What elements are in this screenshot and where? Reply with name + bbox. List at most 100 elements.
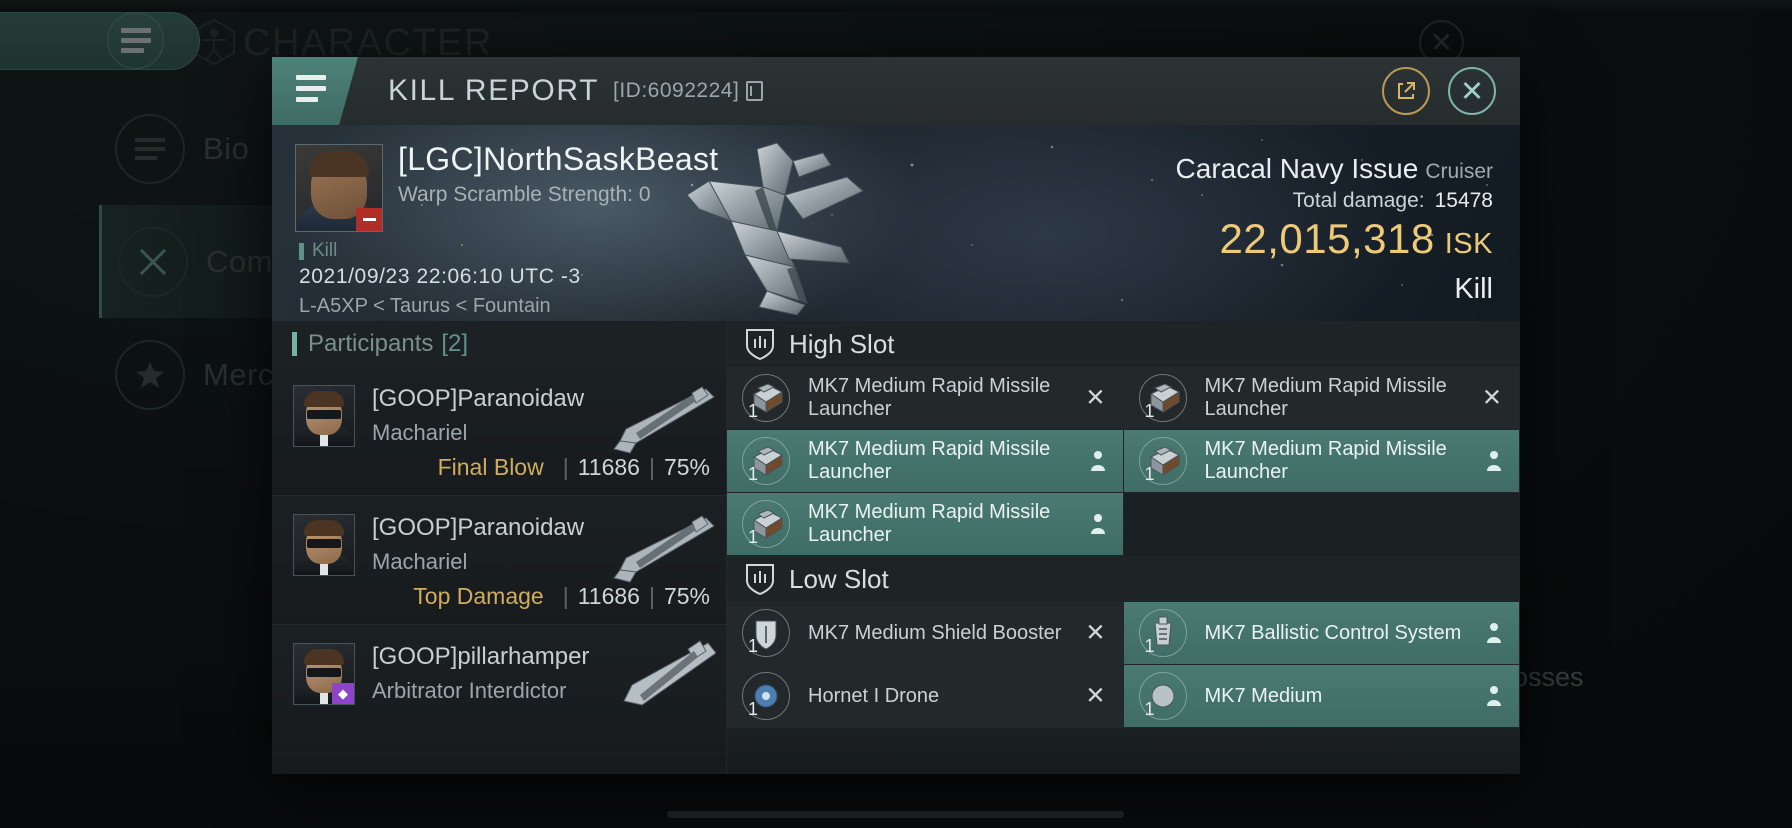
module-slot[interactable]: 1 MK7 Medium Rapid Missile Launcher xyxy=(1123,430,1520,493)
list-fade xyxy=(727,734,1520,774)
module-name: MK7 Medium Shield Booster xyxy=(808,621,1062,644)
module-quantity: 1 xyxy=(1144,464,1155,484)
slot-title: High Slot xyxy=(789,328,895,359)
module-icon: 1 xyxy=(1137,607,1189,659)
module-name: MK7 Medium xyxy=(1204,684,1323,707)
total-damage-value: 15478 xyxy=(1434,189,1493,212)
module-slot[interactable]: 1 MK7 Medium xyxy=(1123,665,1520,728)
isk-amount: 22,015,318 xyxy=(1219,215,1435,262)
close-button[interactable]: ✕ xyxy=(1448,67,1496,115)
participants-label: Participants xyxy=(308,330,434,357)
victim-avatar[interactable] xyxy=(295,144,383,232)
participant-row[interactable]: [GOOP]Paranoidaw Machariel Final Blow | 11… xyxy=(272,367,726,496)
module-slot[interactable]: 1 MK7 Medium Rapid Missile Launcher xyxy=(727,430,1124,493)
module-slot[interactable]: 1 MK7 Medium Shield Booster ✕ xyxy=(727,602,1124,665)
module-quantity: 1 xyxy=(748,699,759,719)
module-slot[interactable]: 1 MK7 Medium Rapid Missile Launcher ✕ xyxy=(1123,367,1520,430)
victim-ship-class: Cruiser xyxy=(1425,160,1493,183)
participant-ship-render xyxy=(613,515,715,583)
module-icon: 1 xyxy=(1137,372,1189,424)
module-icon: 1 xyxy=(740,372,792,424)
participant-tag: Top Damage xyxy=(413,583,544,609)
participant-row[interactable]: [GOOP]Paranoidaw Machariel Top Damage | 11… xyxy=(272,496,726,625)
module-action xyxy=(1486,685,1502,707)
participant-ship-render xyxy=(613,386,715,454)
participant-damage: 11686 xyxy=(577,454,640,480)
close-icon: ✕ xyxy=(1085,619,1106,647)
low-slot-modules: 1 MK7 Medium Shield Booster ✕ 1 MK7 Ball… xyxy=(727,602,1520,728)
slot-shield-icon xyxy=(746,329,774,361)
module-name: MK7 Medium Rapid Missile Launcher xyxy=(808,438,1051,483)
module-icon: 1 xyxy=(1137,670,1189,722)
module-name: MK7 Medium Rapid Missile Launcher xyxy=(1204,438,1447,483)
participant-damage: 11686 xyxy=(577,583,640,609)
module-name: MK7 Medium Rapid Missile Launcher xyxy=(1204,375,1447,420)
module-name: Hornet I Drone xyxy=(808,684,940,707)
participants-pane: Participants [2] [GOOP]Paranoidaw Machar… xyxy=(272,321,727,774)
module-icon: 1 xyxy=(740,498,792,550)
module-icon: 1 xyxy=(740,435,792,487)
isk-unit: ISK xyxy=(1444,228,1493,260)
close-icon: ✕ xyxy=(1085,682,1106,710)
victim-name: [LGC]NorthSaskBeast xyxy=(398,141,719,177)
high-slot-modules: 1 MK7 Medium Rapid Missile Launcher ✕ 1 … xyxy=(727,367,1520,556)
module-icon: 1 xyxy=(740,670,792,722)
slot-title: Low Slot xyxy=(789,563,889,594)
participant-percent: 75% xyxy=(663,583,710,609)
module-action xyxy=(1090,450,1106,472)
separator: | xyxy=(648,454,655,480)
participant-stats: Top Damage | 11686 | 75% xyxy=(413,583,710,610)
participant-name: [GOOP]pillarhamper xyxy=(372,643,590,670)
participant-percent: 75% xyxy=(663,454,710,480)
participant-tag: Final Blow xyxy=(437,454,544,480)
participant-ship: Machariel xyxy=(372,420,468,445)
close-icon: ✕ xyxy=(1459,75,1485,108)
module-slot-empty xyxy=(1123,493,1520,556)
warp-scramble-strength: Warp Scramble Strength: 0 xyxy=(398,183,651,206)
close-icon: ✕ xyxy=(1481,384,1502,412)
dialog-menu-button[interactable] xyxy=(272,57,358,125)
separator: | xyxy=(562,454,569,480)
total-damage-label: Total damage: xyxy=(1292,189,1425,212)
avatar xyxy=(293,514,355,576)
module-quantity: 1 xyxy=(748,464,759,484)
avatar xyxy=(293,385,355,447)
dialog-body: Participants [2] [GOOP]Paranoidaw Machar… xyxy=(272,321,1520,774)
copy-icon[interactable] xyxy=(746,81,764,101)
module-quantity: 1 xyxy=(748,636,759,656)
module-action xyxy=(1486,450,1502,472)
kill-report-id: [ID:6092224] xyxy=(613,79,740,102)
module-slot[interactable]: 1 Hornet I Drone ✕ xyxy=(727,665,1124,728)
low-slot-header: Low Slot xyxy=(727,556,1520,602)
kill-report-dialog: KILL REPORT [ID:6092224] ✕ [LGC]NorthSas… xyxy=(272,57,1520,774)
participant-name: [GOOP]Paranoidaw xyxy=(372,514,585,541)
module-name: MK7 Ballistic Control System xyxy=(1204,621,1462,644)
module-slot[interactable]: 1 MK7 Ballistic Control System xyxy=(1123,602,1520,665)
person-icon xyxy=(1487,451,1501,471)
hamburger-menu-icon xyxy=(296,74,326,108)
separator: | xyxy=(648,583,655,609)
kill-tag: Kill xyxy=(299,240,337,262)
module-quantity: 1 xyxy=(748,401,759,421)
person-icon xyxy=(1487,623,1501,643)
separator: | xyxy=(562,583,569,609)
fitting-pane: High Slot 1 MK7 Medium Rapid Missile Lau… xyxy=(727,321,1520,774)
screen-root: CHARACTER ✕ Bio Combat Mercenary xyxy=(0,0,1792,828)
module-slot[interactable]: 1 MK7 Medium Rapid Missile Launcher ✕ xyxy=(727,367,1124,430)
module-slot[interactable]: 1 MK7 Medium Rapid Missile Launcher xyxy=(727,493,1124,556)
participant-ship-render xyxy=(623,640,716,706)
person-icon xyxy=(1090,514,1105,534)
status-badge: ◆ xyxy=(332,683,354,704)
module-icon: 1 xyxy=(1137,435,1189,487)
dialog-actions: ✕ xyxy=(1382,67,1520,115)
avatar-hair xyxy=(309,151,369,177)
share-button[interactable] xyxy=(1382,67,1430,115)
close-icon: ✕ xyxy=(1085,384,1106,412)
module-name: MK7 Medium Rapid Missile Launcher xyxy=(808,375,1051,420)
participant-row[interactable]: ◆ [GOOP]pillarhamper Arbitrator Interdic… xyxy=(272,625,726,754)
participant-ship: Arbitrator Interdictor xyxy=(372,678,567,703)
avatar: ◆ xyxy=(293,643,355,705)
victim-ship: Caracal Navy Issue Cruiser xyxy=(1176,153,1493,185)
kill-result: Kill xyxy=(1454,273,1493,305)
victim-ship-name: Caracal Navy Issue xyxy=(1175,153,1419,184)
